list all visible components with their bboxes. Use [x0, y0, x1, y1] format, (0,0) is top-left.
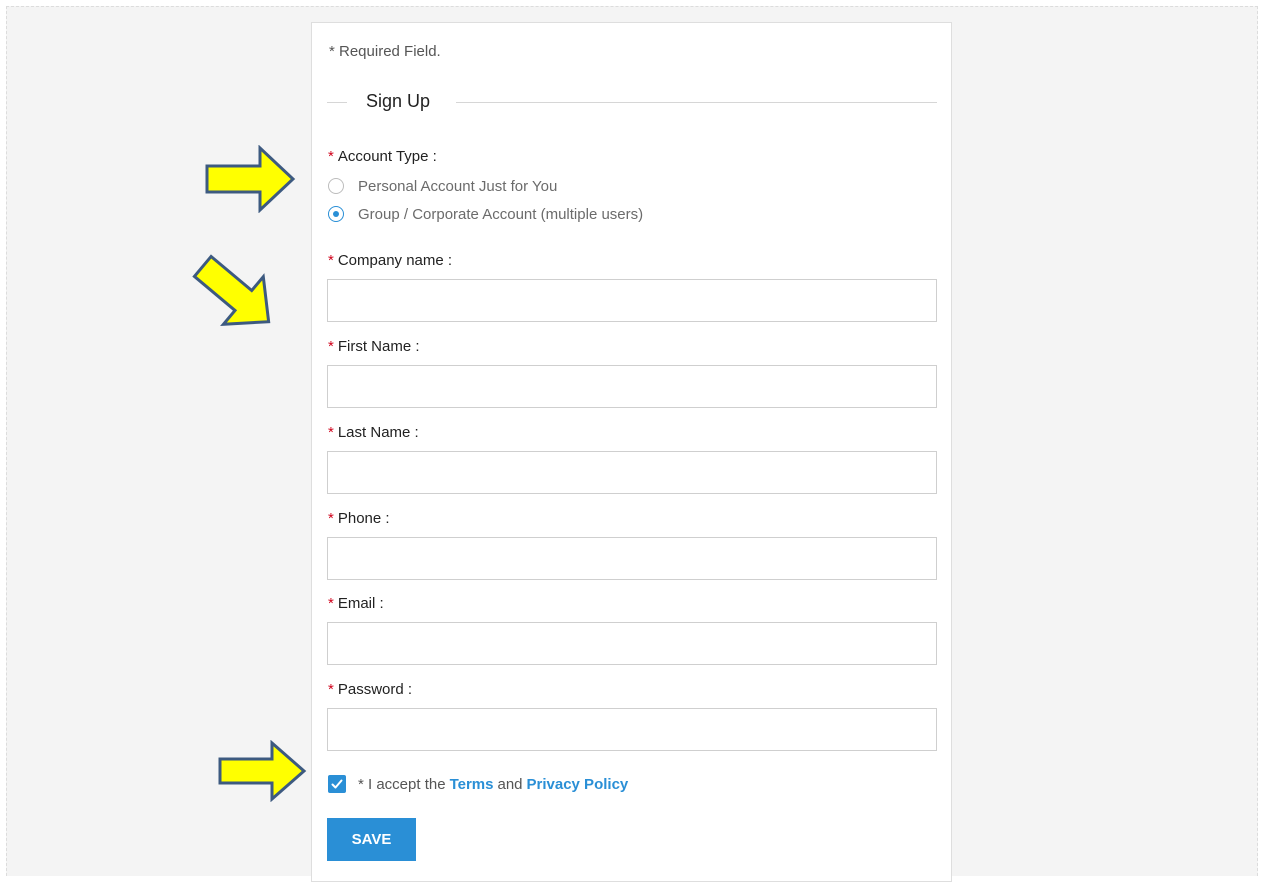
company-name-label: * Company name :: [328, 252, 453, 269]
terms-conjunction: and: [497, 775, 523, 793]
form-legend: Sign Up: [327, 91, 937, 113]
terms-prefix: * I accept the: [358, 775, 446, 793]
required-note: * Required Field.: [329, 43, 441, 60]
phone-label: * Phone :: [328, 510, 390, 527]
terms-checkbox[interactable]: [328, 775, 346, 793]
terms-row: * I accept the Terms and Privacy Policy: [328, 774, 632, 794]
email-label: * Email :: [328, 595, 384, 612]
privacy-policy-link[interactable]: Privacy Policy: [527, 776, 629, 793]
radio-corporate-label: Group / Corporate Account (multiple user…: [358, 205, 644, 223]
radio-personal-account[interactable]: Personal Account Just for You: [328, 176, 557, 196]
radio-corporate-account[interactable]: Group / Corporate Account (multiple user…: [328, 204, 643, 224]
phone-input[interactable]: [327, 537, 937, 580]
last-name-label-text: Last Name: [337, 424, 411, 441]
first-name-label-text: First Name: [337, 338, 412, 355]
account-type-label-text: Account Type: [337, 148, 429, 165]
required-star: *: [328, 510, 334, 527]
form-title: Sign Up: [366, 91, 431, 111]
phone-label-text: Phone: [337, 510, 382, 527]
checkmark-icon: [331, 779, 343, 789]
first-name-input[interactable]: [327, 365, 937, 408]
password-input[interactable]: [327, 708, 937, 751]
required-star: *: [328, 595, 334, 612]
terms-link[interactable]: Terms: [450, 776, 494, 793]
required-star: *: [328, 338, 334, 355]
company-name-input[interactable]: [327, 279, 937, 322]
email-label-text: Email: [337, 595, 376, 612]
legend-divider-left: [327, 102, 347, 103]
arrow-icon: [205, 145, 296, 213]
company-name-label-text: Company name: [337, 252, 444, 269]
required-star: *: [328, 252, 334, 269]
last-name-input[interactable]: [327, 451, 937, 494]
required-star: *: [328, 148, 334, 165]
email-input[interactable]: [327, 622, 937, 665]
save-button[interactable]: SAVE: [327, 818, 416, 861]
required-star: *: [328, 424, 334, 441]
legend-divider-right: [456, 102, 937, 103]
first-name-label: * First Name :: [328, 338, 420, 355]
account-type-label: * Account Type :: [328, 148, 437, 165]
radio-personal-label: Personal Account Just for You: [358, 177, 558, 195]
arrow-icon: [218, 740, 307, 802]
arrow-icon: [192, 254, 271, 326]
last-name-label: * Last Name :: [328, 424, 419, 441]
password-label: * Password :: [328, 681, 413, 698]
password-label-text: Password: [337, 681, 404, 698]
required-star: *: [328, 681, 334, 698]
radio-button-checked[interactable]: [328, 206, 344, 222]
radio-button-unchecked[interactable]: [328, 178, 344, 194]
